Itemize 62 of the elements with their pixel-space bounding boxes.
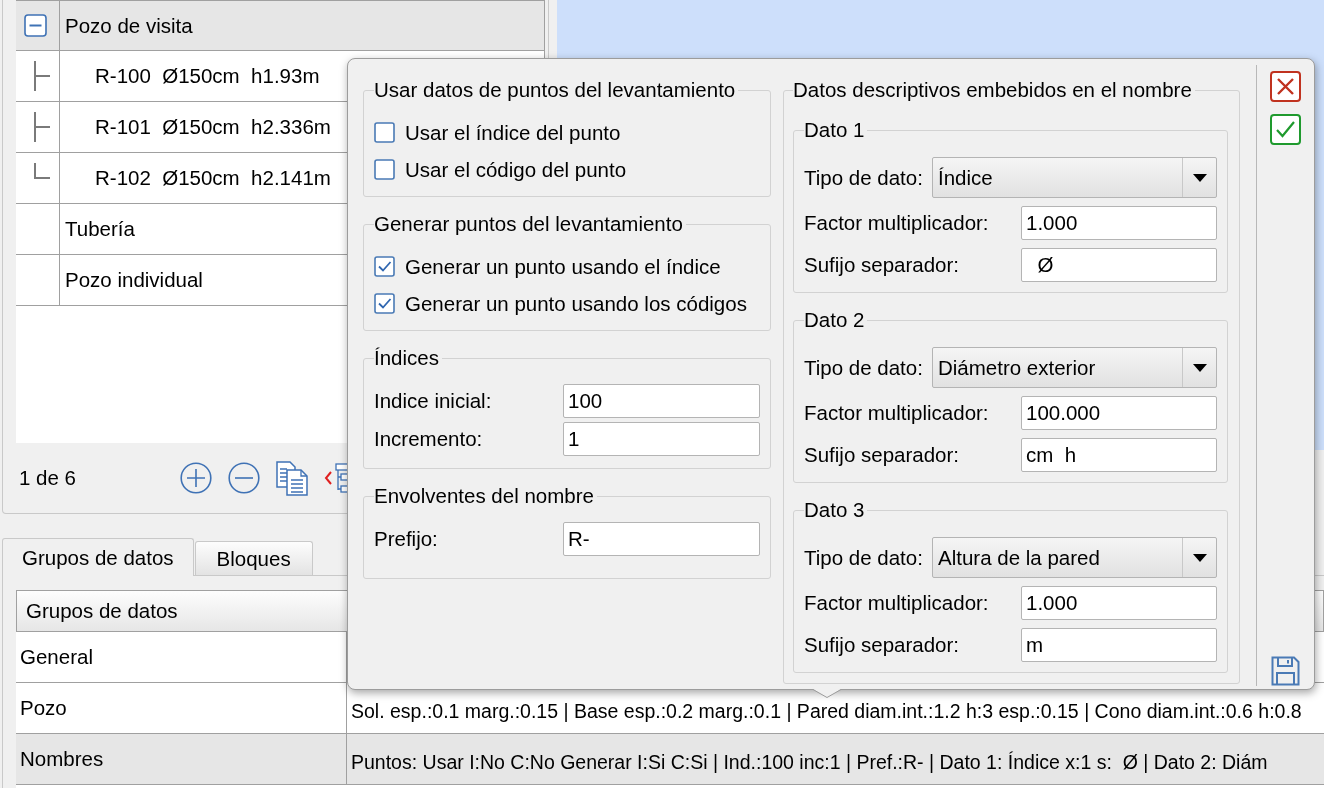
text-field[interactable]: 1 [563, 422, 760, 456]
field-label: Tipo de dato: [804, 165, 924, 190]
checkbox[interactable] [374, 293, 395, 314]
dropdown[interactable]: Altura de la pared [932, 537, 1217, 578]
text-field[interactable]: R- [563, 522, 760, 556]
caret-icon [1192, 363, 1207, 372]
group-title: Índices [374, 347, 440, 369]
text-field[interactable]: 1.000 [1021, 586, 1217, 620]
checkbox[interactable] [374, 122, 395, 143]
field-label: Tipo de dato: [804, 545, 924, 570]
table-row[interactable]: Nombres Puntos: Usar I:No C:No Generar I:Si C:Si | Ind.:100 inc:1 | Pref.:R- | Dato 1: Índice x:1 s: Ø | Dato 2: Diám [16, 734, 1324, 785]
minus-circle-icon[interactable] [228, 462, 260, 494]
collapse-icon[interactable] [24, 14, 47, 37]
field-label: Factor multiplicador: [804, 211, 990, 235]
field-label: Indice inicial: [374, 389, 493, 413]
close-icon[interactable] [1269, 71, 1301, 102]
tree-item-label: R-101 Ø150cm h2.336m [95, 115, 331, 139]
tab[interactable]: Grupos de datos [2, 538, 194, 576]
field-label: Sufijo separador: [804, 633, 960, 657]
tree-item-label: Pozo de visita [65, 13, 193, 38]
tab[interactable]: Bloques [194, 541, 313, 575]
text-field[interactable]: Ø [1021, 248, 1217, 282]
text-field[interactable]: 100 [563, 384, 760, 418]
text-field[interactable]: 100.000 [1021, 396, 1217, 430]
group-title: Dato 3 [804, 499, 866, 521]
text-field[interactable]: m [1021, 628, 1217, 662]
tree-branch-icon [34, 61, 50, 91]
field-label: Sufijo separador: [804, 253, 960, 277]
checkbox[interactable] [374, 256, 395, 277]
documents-icon[interactable] [276, 460, 308, 496]
table-cell: Sol. esp.:0.1 marg.:0.15 | Base esp.:0.2 marg.:0.1 | Pared diam.int.:1.2 h:3 esp.:0.15 | Cono diam.int.:0.6 h:0.8 [351, 701, 1302, 721]
table-cell: Puntos: Usar I:No C:No Generar I:Si C:Si | Ind.:100 inc:1 | Pref.:R- | Dato 1: Índice x:1 s: Ø | Dato 2: Diám [351, 752, 1268, 772]
group-title: Envolventes del nombre [374, 485, 595, 507]
text-field[interactable]: cm h [1021, 438, 1217, 472]
hierarchy-icon[interactable] [324, 462, 348, 494]
tree-item-label: Tubería [65, 217, 135, 241]
group-title: Dato 1 [804, 119, 866, 141]
caret-icon [1192, 173, 1207, 182]
tree-item-label: Pozo individual [65, 268, 203, 292]
field-label: Tipo de dato: [804, 355, 924, 380]
plus-circle-icon[interactable] [180, 462, 212, 494]
dropdown[interactable]: Diámetro exterior [932, 347, 1217, 388]
tree-row[interactable]: Pozo de visita [16, 0, 544, 51]
checkbox[interactable] [374, 159, 395, 180]
field-label: Factor multiplicador: [804, 401, 990, 425]
page-counter: 1 de 6 [19, 466, 76, 490]
field-label: Sufijo separador: [804, 443, 960, 467]
tree-corner-icon [34, 163, 50, 179]
field-label: Factor multiplicador: [804, 591, 990, 615]
tree-branch-icon [34, 112, 50, 142]
field-label: Incremento: [374, 427, 484, 451]
table-cell: Pozo [16, 683, 347, 733]
group-title: Datos descriptivos embebidos en el nombre [793, 79, 1193, 101]
checkmark-icon[interactable] [1269, 114, 1301, 145]
table-cell: Nombres [16, 734, 347, 784]
group-title: Dato 2 [804, 309, 866, 331]
dropdown[interactable]: Índice [932, 157, 1217, 198]
tree-item-label: R-100 Ø150cm h1.93m [95, 64, 320, 88]
field-label: Prefijo: [374, 527, 439, 551]
caret-icon [1192, 553, 1207, 562]
text-field[interactable]: 1.000 [1021, 206, 1217, 240]
tree-item-label: R-102 Ø150cm h2.141m [95, 166, 331, 190]
